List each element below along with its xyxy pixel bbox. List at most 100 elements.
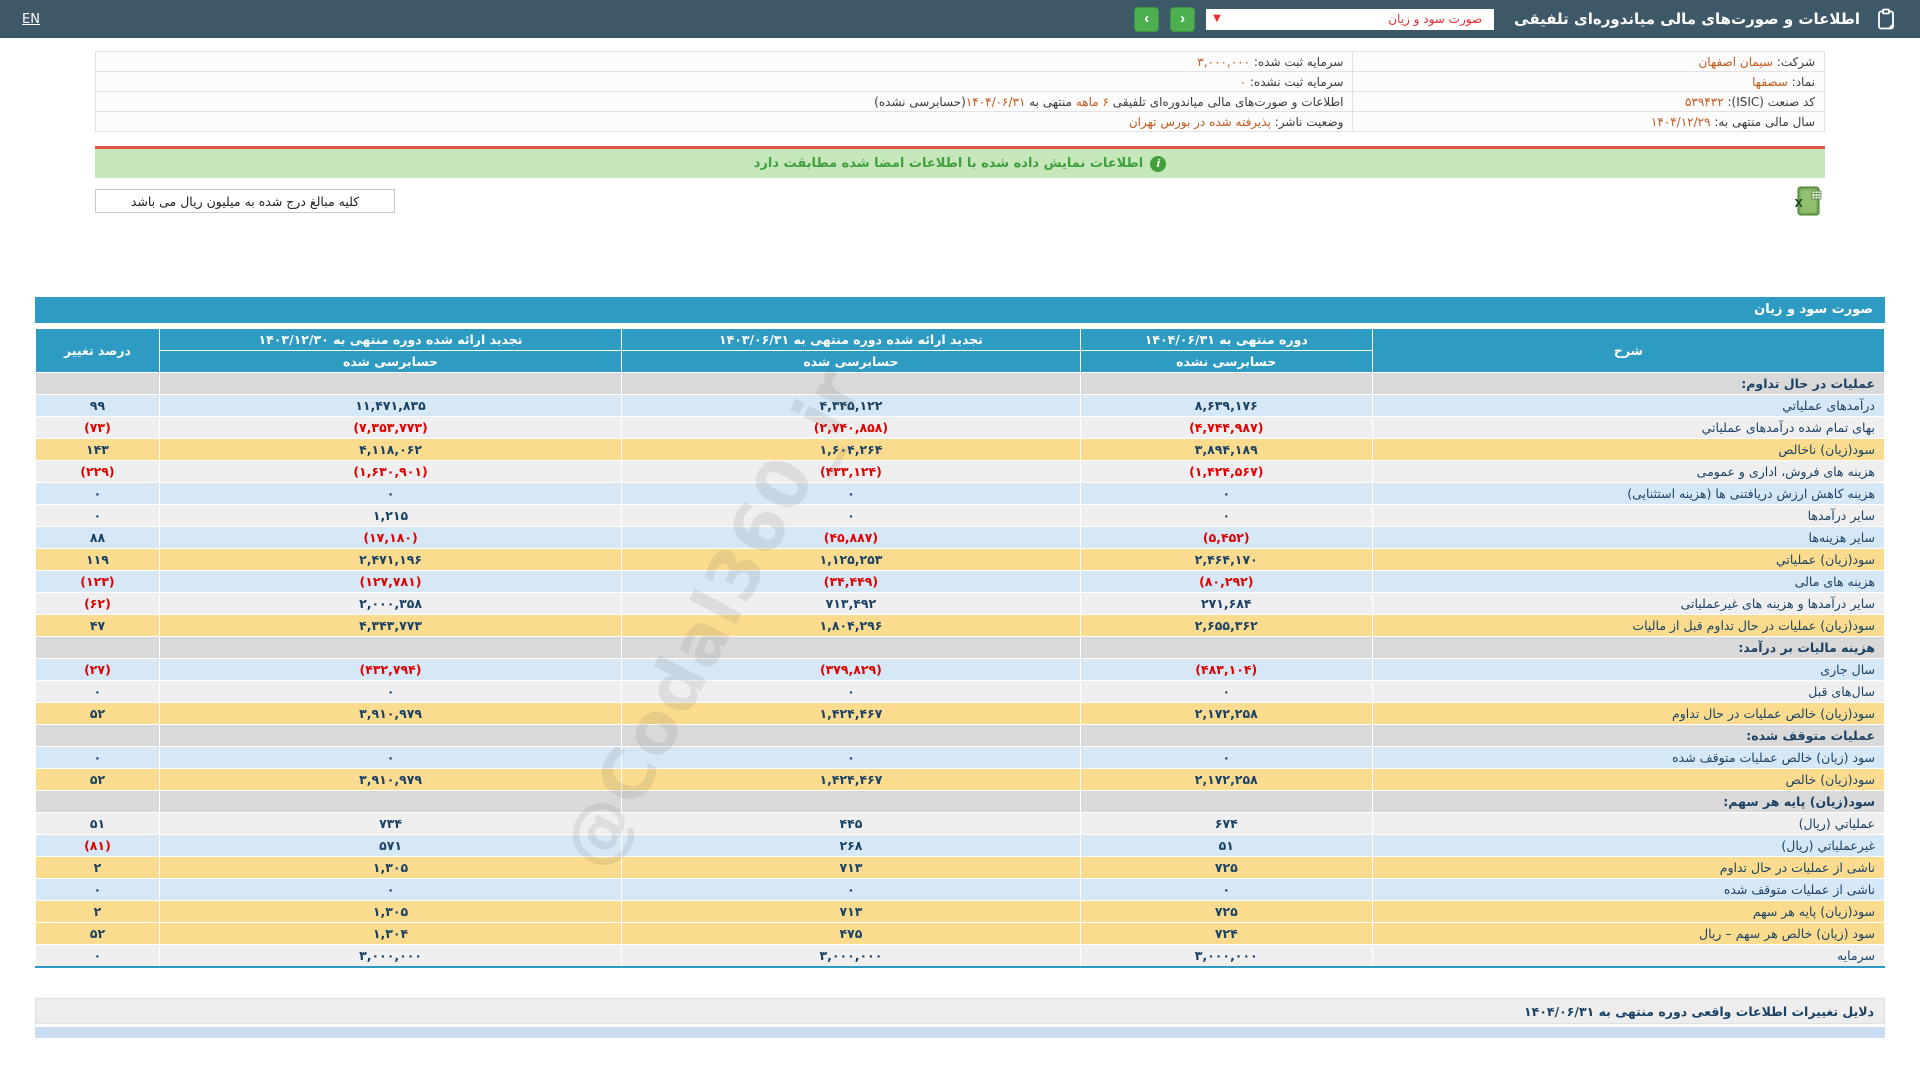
cell-value: (۷۳) [36, 417, 160, 439]
cell-value: ۰ [622, 681, 1081, 703]
cell-value: ۱,۱۲۵,۲۵۳ [622, 549, 1081, 571]
cell-value: ۹۹ [36, 395, 160, 417]
statement-select[interactable]: صورت سود و زیان ▼ [1206, 9, 1494, 30]
cell-value: ۰ [36, 945, 160, 967]
row-label: سود(زیان) عملیات در حال تداوم قبل از مال… [1372, 615, 1884, 637]
row-label: سال جاری [1372, 659, 1884, 681]
cell-value: ۲,۴۶۴,۱۷۰ [1080, 549, 1372, 571]
row-label: عملیات در حال تداوم: [1372, 373, 1884, 395]
info-label: (حسابرسی نشده) [874, 95, 966, 109]
table-row: سود (زیان) خالص هر سهم – ریال۷۲۴۴۷۵۱,۳۰۴… [36, 923, 1885, 945]
info-value: سیمان اصفهان [1698, 55, 1773, 69]
cell-value [159, 373, 621, 395]
prev-statement-button[interactable]: ‹ [1134, 7, 1159, 32]
app-header: اطلاعات و صورت‌های مالی میاندوره‌ای تلفی… [0, 0, 1920, 38]
table-row: سود(زیان) پایه هر سهم۷۲۵۷۱۳۱,۳۰۵۲ [36, 901, 1885, 923]
cell-value: ۸۸ [36, 527, 160, 549]
cell-value: (۶۲) [36, 593, 160, 615]
info-value: ۵۳۹۴۳۲ [1685, 95, 1724, 109]
cell-value: (۷,۳۵۳,۷۷۳) [159, 417, 621, 439]
language-toggle[interactable]: EN [22, 12, 40, 27]
cell-value: ۰ [622, 879, 1081, 901]
table-row: غیرعملیاتي (ریال)۵۱۲۶۸۵۷۱(۸۱) [36, 835, 1885, 857]
row-label: سود(زیان) خالص [1372, 769, 1884, 791]
cell-value: ۳,۹۱۰,۹۷۹ [159, 703, 621, 725]
cell-value: ۳,۹۱۰,۹۷۹ [159, 769, 621, 791]
cell-value: ۴,۳۴۳,۷۷۳ [159, 615, 621, 637]
cell-value: ۷۱۳,۴۹۲ [622, 593, 1081, 615]
cell-value: ۰ [36, 483, 160, 505]
statement-select-value: صورت سود و زیان [1388, 12, 1494, 26]
cell-value [36, 373, 160, 395]
cell-value: ۲,۱۷۲,۲۵۸ [1080, 703, 1372, 725]
cell-value: ۰ [36, 681, 160, 703]
col-subheader-audited-1: حسابرسی شده [622, 351, 1081, 373]
cell-value: ۱,۳۰۵ [159, 901, 621, 923]
cell-value: ۷۲۵ [1080, 901, 1372, 923]
cell-value: (۱۷,۱۸۰) [159, 527, 621, 549]
row-label: سود (زیان) خالص عملیات متوقف شده [1372, 747, 1884, 769]
cell-value: ۳,۸۹۴,۱۸۹ [1080, 439, 1372, 461]
table-row: سال جاری(۴۸۳,۱۰۴)(۳۷۹,۸۲۹)(۴۳۲,۷۹۴)(۲۷) [36, 659, 1885, 681]
section-row: سود(زیان) پایه هر سهم: [36, 791, 1885, 813]
company-info-section: شرکت: سیمان اصفهانسرمایه ثبت شده: ۳,۰۰۰,… [95, 51, 1825, 132]
next-statement-button[interactable]: › [1170, 7, 1195, 32]
info-label: کد صنعت (ISIC): [1724, 95, 1815, 109]
cell-value [622, 725, 1081, 747]
row-label: ناشی از عملیات متوقف شده [1372, 879, 1884, 901]
cell-value: ۷۲۵ [1080, 857, 1372, 879]
row-label: درآمدهای عملیاتي [1372, 395, 1884, 417]
cell-value: ۱,۸۰۴,۲۹۶ [622, 615, 1081, 637]
col-subheader-audited-2: حسابرسی شده [159, 351, 621, 373]
cell-value [159, 725, 621, 747]
income-statement-section: @Codal360_ir صورت سود و زیان شرح دوره من… [35, 297, 1885, 968]
cell-value: ۱,۳۰۴ [159, 923, 621, 945]
cell-value: ۰ [1080, 879, 1372, 901]
cell-value: ۰ [1080, 747, 1372, 769]
cell-value: ۲۷۱,۶۸۴ [1080, 593, 1372, 615]
statement-title: صورت سود و زیان [35, 297, 1885, 323]
cell-value: ۲۶۸ [622, 835, 1081, 857]
cell-value: ۲,۰۰۰,۳۵۸ [159, 593, 621, 615]
cell-value: ۵۱ [1080, 835, 1372, 857]
cell-value: ۳,۰۰۰,۰۰۰ [159, 945, 621, 967]
row-label: هزینه های فروش، اداری و عمومی [1372, 461, 1884, 483]
table-row: هزینه های مالی(۸۰,۲۹۲)(۳۴,۴۴۹)(۱۲۷,۷۸۱)(… [36, 571, 1885, 593]
footer-section: دلایل تغییرات اطلاعات واقعی دوره منتهی ب… [35, 998, 1885, 1038]
cell-value: ۴۴۵ [622, 813, 1081, 835]
cell-value: (۲۷) [36, 659, 160, 681]
table-row: سایر درآمدها۰۰۱,۲۱۵۰ [36, 505, 1885, 527]
row-label: سود(زیان) عملیاتي [1372, 549, 1884, 571]
company-info-cell: کد صنعت (ISIC): ۵۳۹۴۳۲ [1353, 92, 1825, 112]
cell-value: ۲,۶۵۵,۳۶۲ [1080, 615, 1372, 637]
cell-value: (۵,۴۵۲) [1080, 527, 1372, 549]
excel-export-icon[interactable]: X [1795, 185, 1825, 217]
cell-value: ۳,۰۰۰,۰۰۰ [1080, 945, 1372, 967]
table-row: سود(زیان) خالص۲,۱۷۲,۲۵۸۱,۴۲۴,۴۶۷۳,۹۱۰,۹۷… [36, 769, 1885, 791]
row-label: سایر هزینه‌ها [1372, 527, 1884, 549]
col-subheader-unaudited: حسابرسی نشده [1080, 351, 1372, 373]
cell-value: ۰ [1080, 681, 1372, 703]
company-info-cell: سرمایه ثبت شده: ۳,۰۰۰,۰۰۰ [96, 52, 1353, 72]
cell-value: (۱۲۷,۷۸۱) [159, 571, 621, 593]
cell-value [1080, 791, 1372, 813]
page: اطلاعات و صورت‌های مالی میاندوره‌ای تلفی… [0, 0, 1920, 1080]
cell-value: (۲,۷۴۰,۸۵۸) [622, 417, 1081, 439]
cell-value: ۰ [36, 505, 160, 527]
cell-value: ۰ [159, 879, 621, 901]
table-row: سایر درآمدها و هزینه های غیرعملیاتی۲۷۱,۶… [36, 593, 1885, 615]
cell-value: ۰ [1080, 483, 1372, 505]
note-row: X کلیه مبالغ درج شده به میلیون ریال می ب… [95, 185, 1825, 217]
col-header-pct-change: درصد تغییر [36, 329, 160, 373]
info-label: نماد: [1788, 75, 1815, 89]
cell-value [36, 791, 160, 813]
cell-value: ۰ [622, 483, 1081, 505]
cell-value [1080, 725, 1372, 747]
cell-value: ۰ [159, 681, 621, 703]
cell-value [1080, 373, 1372, 395]
company-info-cell: وضعیت ناشر: پذیرفته شده در بورس تهران [96, 112, 1353, 132]
cell-value: ۶۷۴ [1080, 813, 1372, 835]
company-info-cell: سرمایه ثبت نشده: ۰ [96, 72, 1353, 92]
cell-value: (۴۸۳,۱۰۴) [1080, 659, 1372, 681]
info-icon: i [1150, 156, 1166, 172]
